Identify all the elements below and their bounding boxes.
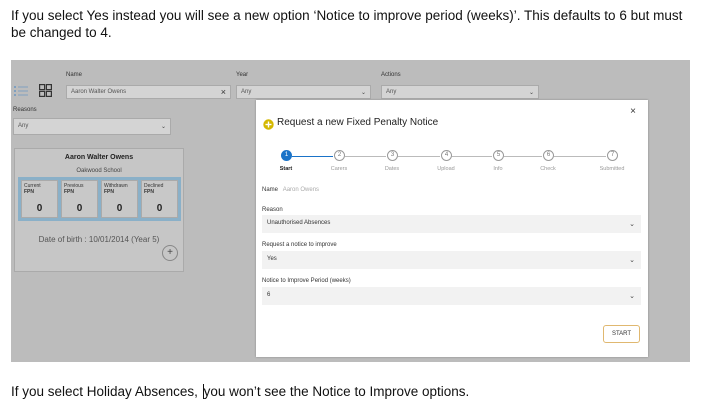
notice-select[interactable]: Yes ⌄ — [262, 251, 641, 269]
step-7-circle[interactable]: 7 — [607, 150, 618, 161]
modal-title: Request a new Fixed Penalty Notice — [277, 117, 439, 128]
reasons-filter-value: Any — [18, 123, 29, 129]
chevron-down-icon: ⌄ — [360, 90, 366, 96]
step-5-label: Info — [493, 166, 503, 172]
step-connector — [452, 156, 492, 157]
period-select[interactable]: 6 ⌄ — [262, 287, 641, 305]
actions-filter-label: Actions — [381, 72, 401, 78]
paragraph-bottom: If you select Holiday Absences, you won’… — [11, 383, 701, 400]
name-row: Name Aaron Owens — [262, 187, 319, 193]
stat-value: 0 — [76, 203, 83, 214]
chevron-down-icon: ⌄ — [629, 257, 635, 264]
period-label: Notice to Improve Period (weeks) — [262, 278, 351, 284]
name-filter-input[interactable]: Aaron Walter Owens × — [66, 85, 231, 99]
step-4-label: Upload — [437, 166, 455, 172]
step-6-label: Check — [540, 166, 556, 172]
chevron-down-icon: ⌄ — [160, 124, 166, 130]
year-filter-label: Year — [236, 72, 249, 78]
step-connector — [292, 156, 333, 157]
step-4-circle[interactable]: 4 — [441, 150, 452, 161]
chevron-down-icon: ⌄ — [629, 293, 635, 300]
period-value: 6 — [267, 292, 271, 298]
clear-icon[interactable]: × — [221, 87, 226, 97]
list-view-icon[interactable] — [14, 84, 28, 102]
pupil-school: Oakwood School — [76, 168, 122, 174]
step-3-label: Dates — [384, 166, 400, 172]
name-filter-label: Name — [66, 72, 83, 78]
step-connector — [345, 156, 386, 157]
year-filter-select[interactable]: Any ⌄ — [236, 85, 371, 99]
step-3-circle[interactable]: 3 — [387, 150, 398, 161]
stat-declined-fpn: Declined FPN 0 — [141, 180, 178, 218]
actions-filter-value: Any — [386, 89, 397, 95]
fpn-stats: Current FPN 0 Previous FPN 0 Withdrawn FPN … — [18, 177, 181, 221]
stat-value: 0 — [156, 203, 163, 214]
stat-value: 0 — [36, 203, 43, 214]
actions-filter-select[interactable]: Any ⌄ — [381, 85, 539, 99]
name-value: Aaron Owens — [282, 187, 320, 193]
grid-view-icon[interactable] — [39, 84, 53, 102]
add-button[interactable]: + — [162, 245, 178, 261]
stat-withdrawn-fpn: Withdrawn FPN 0 — [101, 180, 138, 218]
stat-label-fpn: FPN — [24, 189, 34, 195]
reason-label: Reason — [262, 207, 283, 213]
name-label: Name — [262, 187, 279, 193]
close-icon[interactable]: × — [630, 106, 636, 117]
step-1-circle[interactable]: 1 — [281, 150, 292, 161]
plus-circle-icon — [263, 117, 274, 135]
step-connector — [398, 156, 440, 157]
step-2-label: Carers — [330, 166, 348, 172]
pupil-dob: Date of birth : 10/01/2014 (Year 5) — [38, 235, 160, 244]
stat-value: 0 — [116, 203, 123, 214]
paragraph-top: If you select Yes instead you will see a… — [11, 8, 683, 40]
fpn-request-modal: × Request a new Fixed Penalty Notice 1 2… — [256, 100, 648, 357]
step-2-circle[interactable]: 2 — [334, 150, 345, 161]
pupil-name: Aaron Walter Owens — [64, 154, 134, 161]
stat-label-fpn: FPN — [64, 189, 74, 195]
reasons-filter-select[interactable]: Any ⌄ — [13, 118, 171, 135]
step-6-circle[interactable]: 6 — [543, 150, 554, 161]
chevron-down-icon: ⌄ — [629, 221, 635, 228]
step-5-circle[interactable]: 5 — [493, 150, 504, 161]
stat-previous-fpn: Previous FPN 0 — [61, 180, 98, 218]
embedded-screenshot: Name Aaron Walter Owens × Year Any ⌄ Act… — [11, 60, 690, 362]
stat-current-fpn: Current FPN 0 — [21, 180, 58, 218]
year-filter-value: Any — [241, 89, 252, 95]
notice-label: Request a notice to improve — [262, 242, 337, 248]
pupil-card: Aaron Walter Owens Oakwood School Curren… — [14, 148, 184, 272]
step-connector — [554, 156, 606, 157]
reason-value: Unauthorised Absences — [267, 220, 331, 226]
name-filter-value: Aaron Walter Owens — [71, 89, 127, 95]
step-1-label: Start — [279, 166, 293, 172]
step-connector — [504, 156, 542, 157]
paragraph-bottom-part1: If you select Holiday Absences, — [11, 384, 202, 399]
paragraph-bottom-part2: you won’t see the Notice to Improve opti… — [203, 384, 470, 399]
step-7-label: Submitted — [599, 166, 625, 172]
start-button[interactable]: START — [603, 325, 640, 343]
notice-value: Yes — [267, 256, 277, 262]
stepper: 1 2 3 4 5 6 7 Start Carers Dates Upload … — [256, 150, 648, 180]
stat-label-fpn: FPN — [144, 189, 154, 195]
stat-label-fpn: FPN — [104, 189, 114, 195]
reasons-filter-label: Reasons — [13, 107, 37, 113]
chevron-down-icon: ⌄ — [528, 90, 534, 96]
reason-select[interactable]: Unauthorised Absences ⌄ — [262, 215, 641, 233]
